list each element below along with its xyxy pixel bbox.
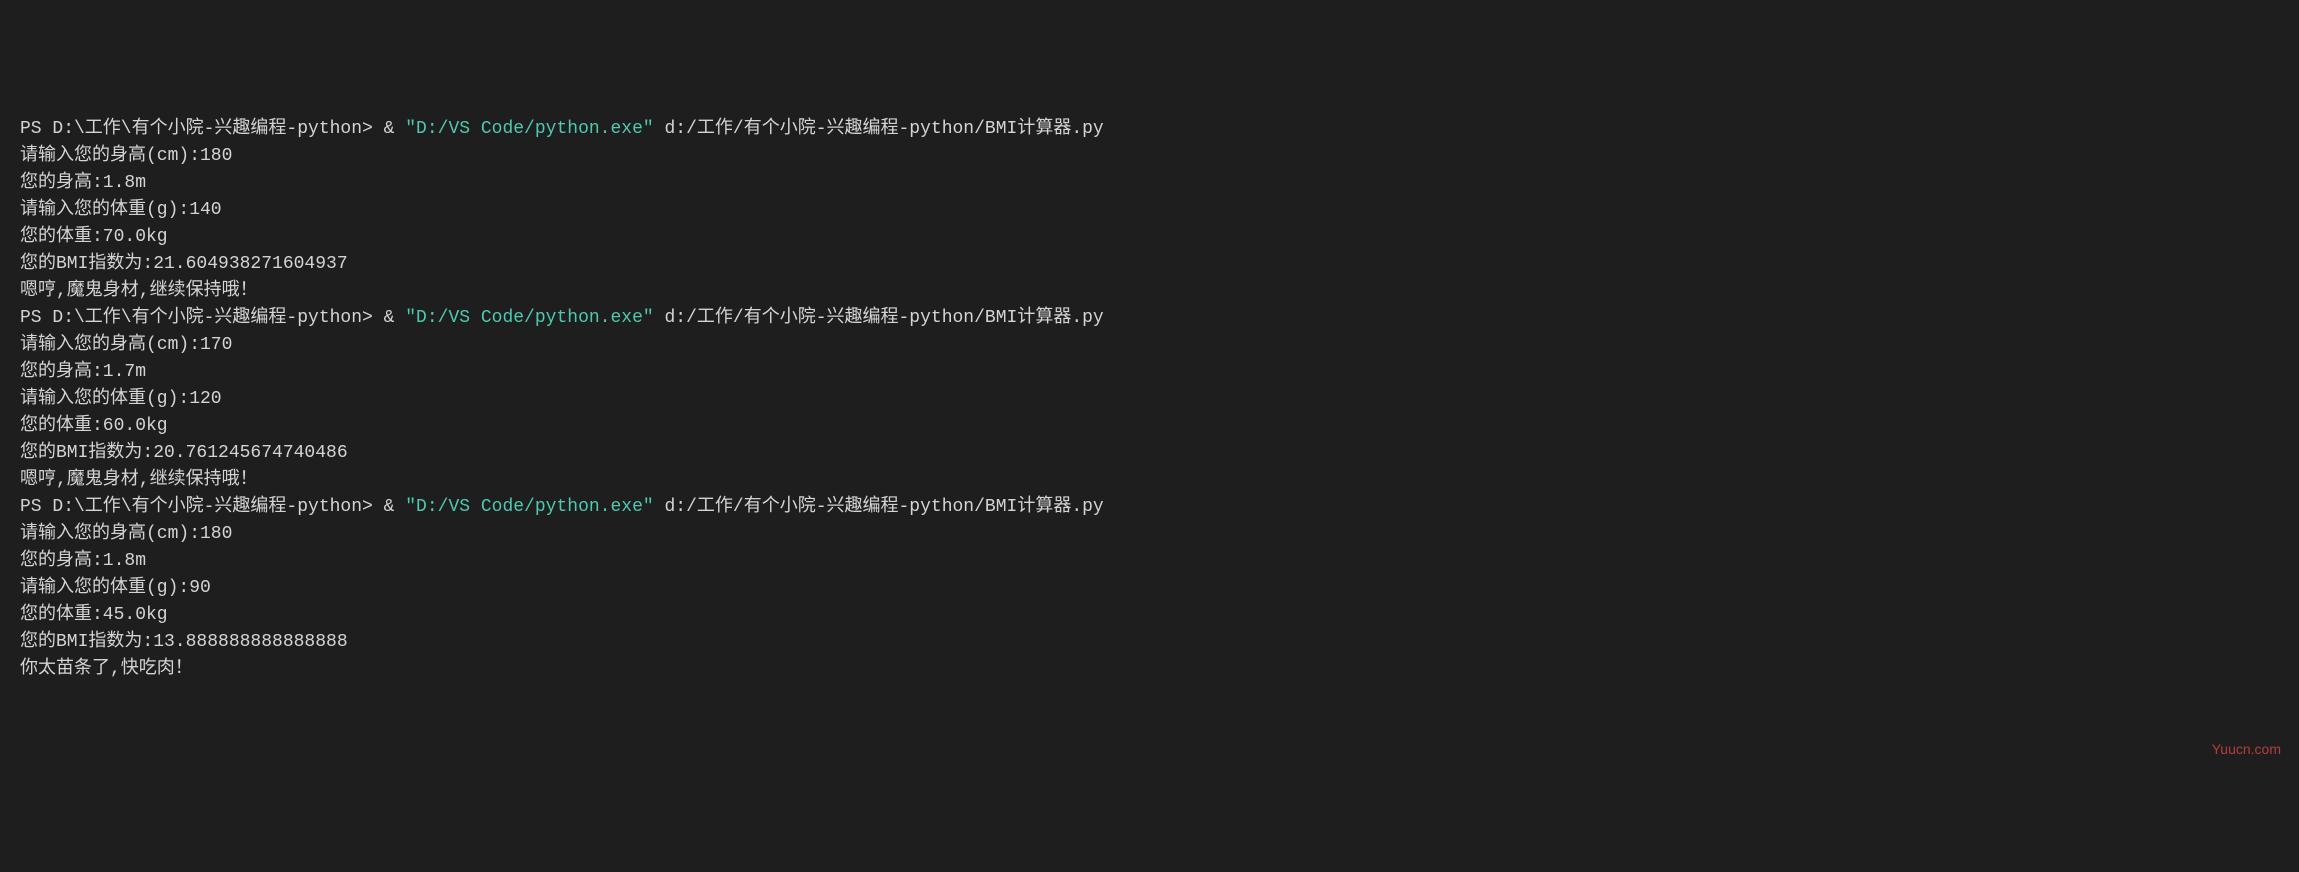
watermark-text: Yuucn.com (2212, 739, 2281, 760)
output-line: 请输入您的体重(g):140 (20, 197, 2279, 224)
output-line: 请输入您的身高(cm):170 (20, 332, 2279, 359)
output-line: 请输入您的身高(cm):180 (20, 143, 2279, 170)
ps-prompt: PS D:\工作\有个小院-兴趣编程-python> & (20, 497, 405, 517)
output-line: 请输入您的身高(cm):180 (20, 521, 2279, 548)
command-line: PS D:\工作\有个小院-兴趣编程-python> & "D:/VS Code… (20, 305, 2279, 332)
ps-prompt: PS D:\工作\有个小院-兴趣编程-python> & (20, 119, 405, 139)
output-line: 请输入您的体重(g):120 (20, 386, 2279, 413)
ps-prompt: PS D:\工作\有个小院-兴趣编程-python> & (20, 308, 405, 328)
output-line: 您的BMI指数为:20.761245674740486 (20, 440, 2279, 467)
script-argument: d:/工作/有个小院-兴趣编程-python/BMI计算器.py (654, 308, 1104, 328)
terminal-output[interactable]: PS D:\工作\有个小院-兴趣编程-python> & "D:/VS Code… (20, 116, 2279, 683)
output-line: 您的体重:70.0kg (20, 224, 2279, 251)
script-argument: d:/工作/有个小院-兴趣编程-python/BMI计算器.py (654, 497, 1104, 517)
output-line: 您的BMI指数为:21.604938271604937 (20, 251, 2279, 278)
output-line: 您的体重:45.0kg (20, 602, 2279, 629)
command-line: PS D:\工作\有个小院-兴趣编程-python> & "D:/VS Code… (20, 494, 2279, 521)
python-exe-path: "D:/VS Code/python.exe" (405, 119, 653, 139)
output-line: 嗯哼,魔鬼身材,继续保持哦！ (20, 278, 2279, 305)
output-line: 你太苗条了,快吃肉！ (20, 656, 2279, 683)
python-exe-path: "D:/VS Code/python.exe" (405, 497, 653, 517)
output-line: 您的身高:1.8m (20, 170, 2279, 197)
output-line: 请输入您的体重(g):90 (20, 575, 2279, 602)
script-argument: d:/工作/有个小院-兴趣编程-python/BMI计算器.py (654, 119, 1104, 139)
output-line: 您的身高:1.8m (20, 548, 2279, 575)
python-exe-path: "D:/VS Code/python.exe" (405, 308, 653, 328)
output-line: 您的体重:60.0kg (20, 413, 2279, 440)
command-line: PS D:\工作\有个小院-兴趣编程-python> & "D:/VS Code… (20, 116, 2279, 143)
output-line: 您的身高:1.7m (20, 359, 2279, 386)
output-line: 您的BMI指数为:13.888888888888888 (20, 629, 2279, 656)
output-line: 嗯哼,魔鬼身材,继续保持哦！ (20, 467, 2279, 494)
